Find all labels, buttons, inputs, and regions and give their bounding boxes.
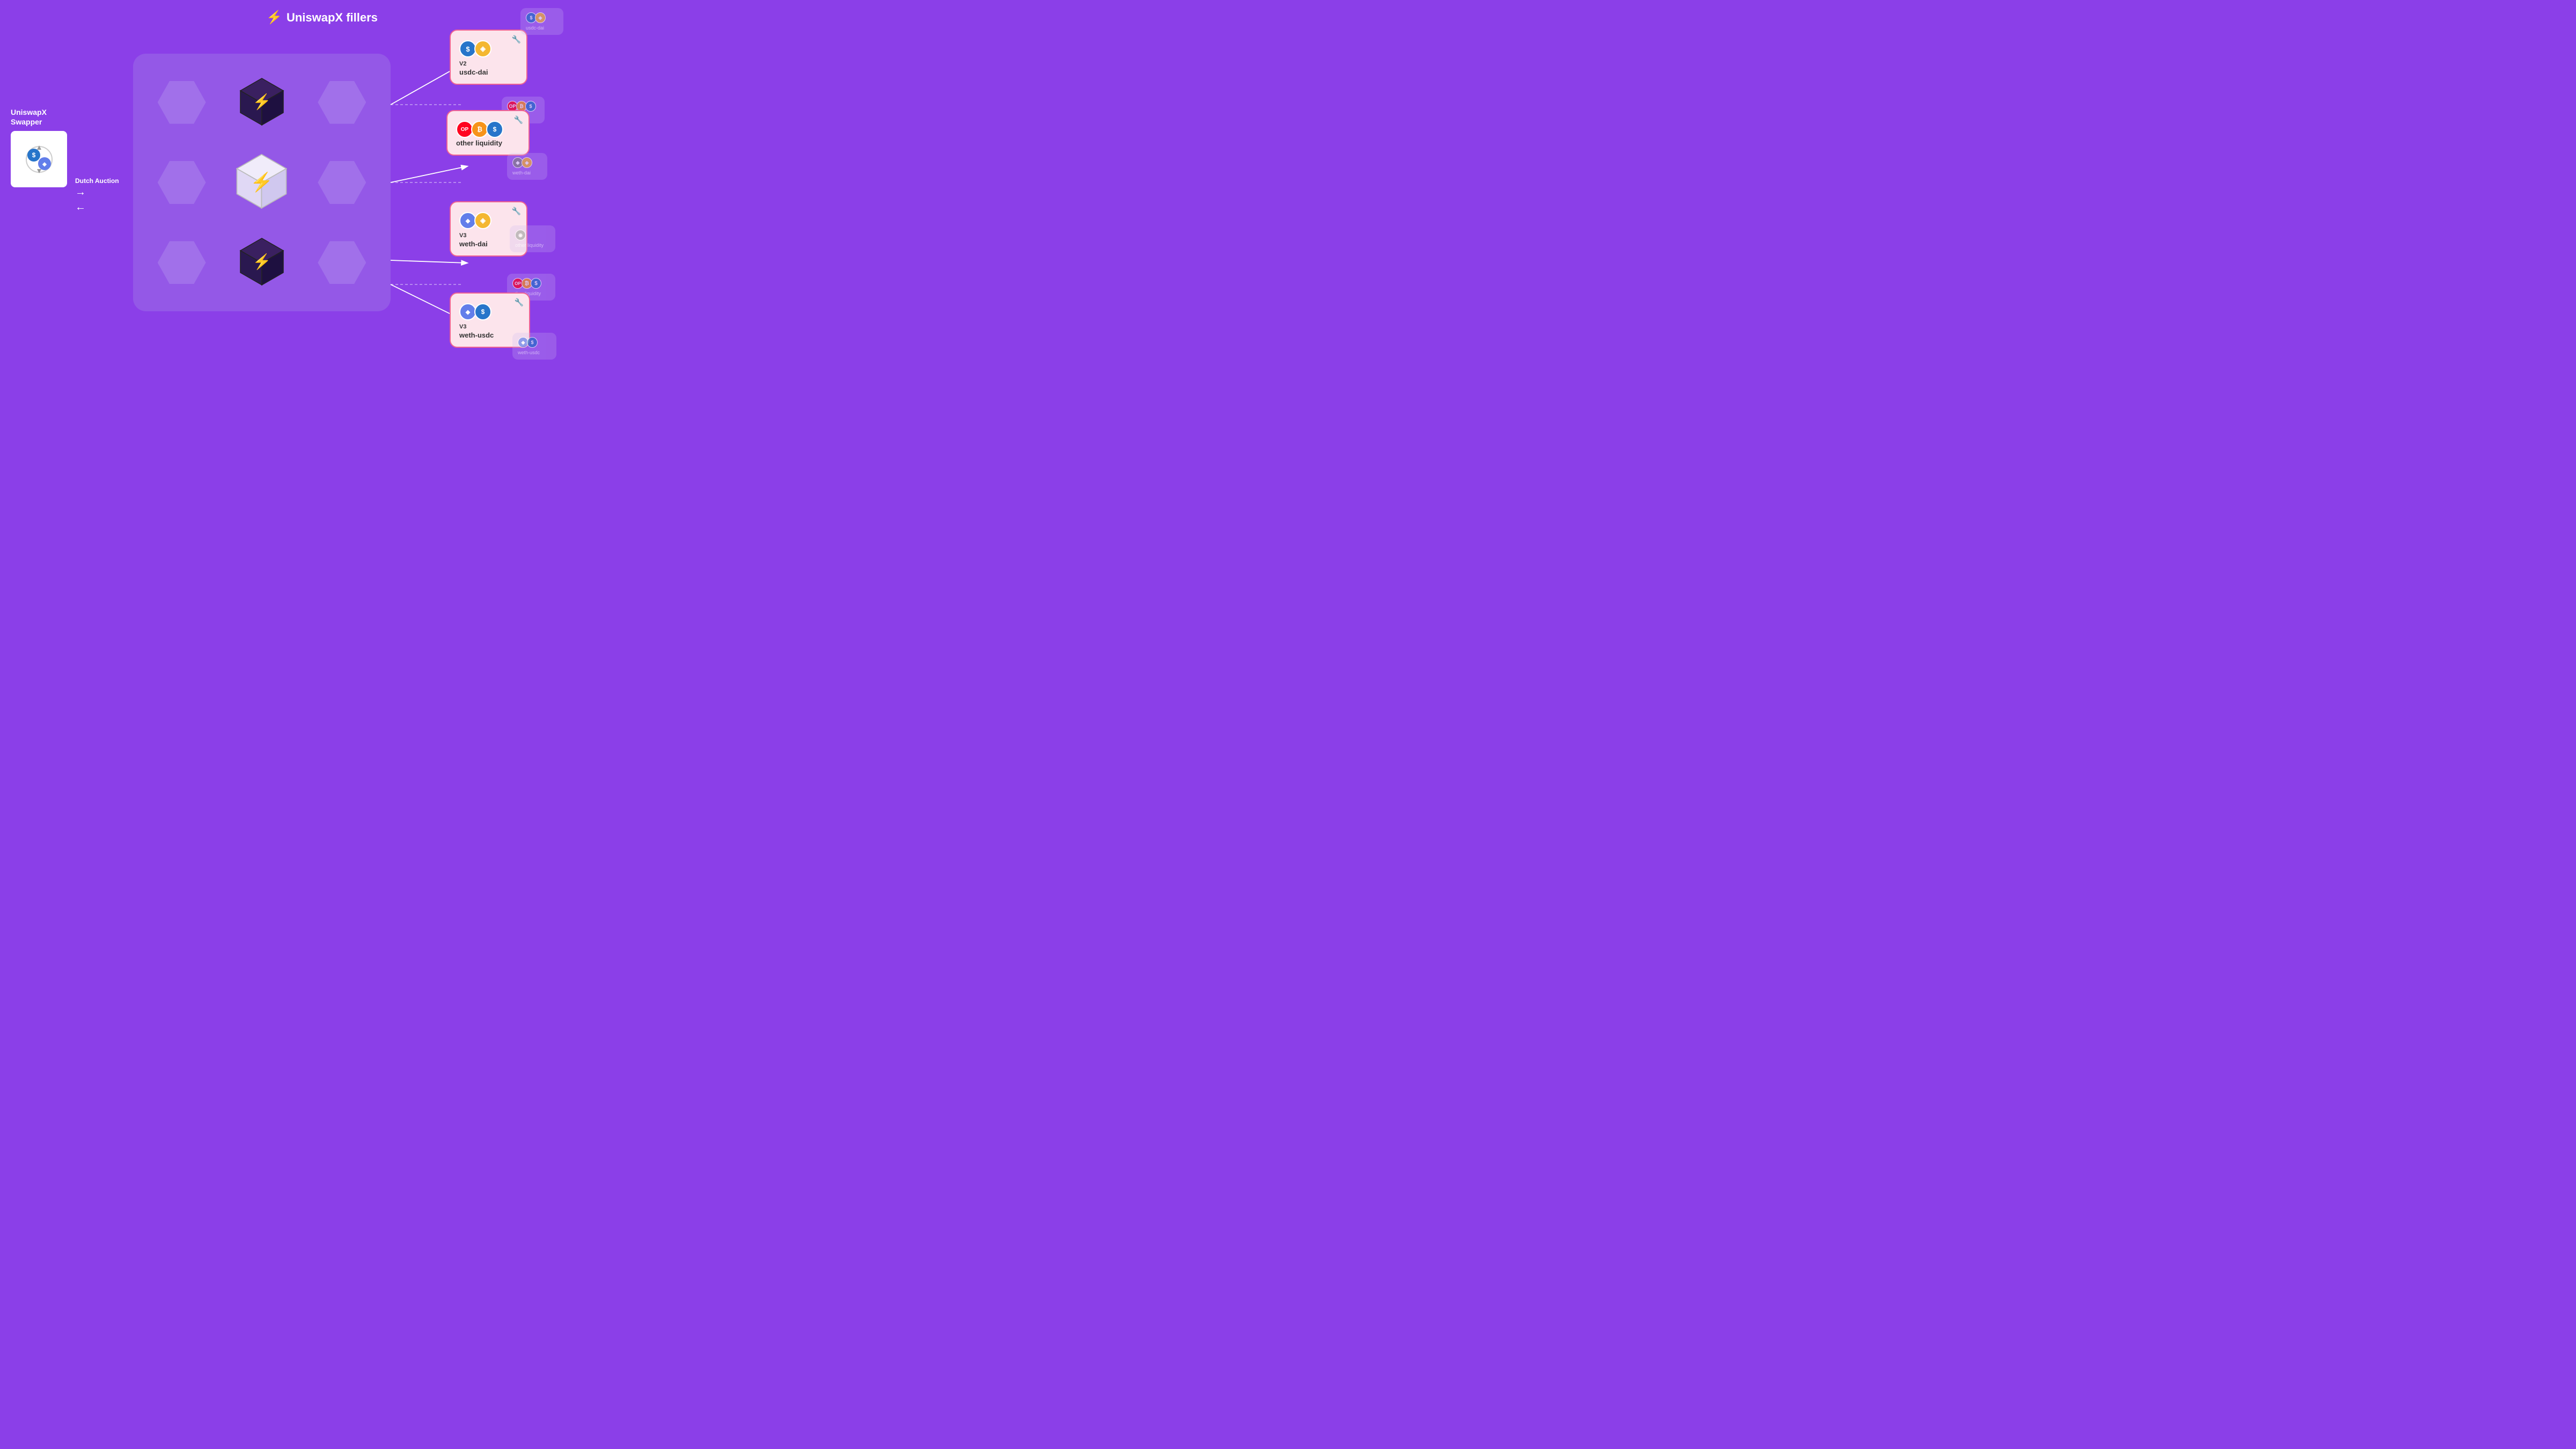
swapper-card: $ ◆: [11, 131, 67, 187]
svg-text:$: $: [32, 151, 35, 159]
usdc-dai-ghost-card: $ ◈ usdc-dai: [520, 8, 563, 35]
weth-usdc-label: weth-usdc: [459, 331, 520, 339]
weth-dai-ghost-label: weth-dai: [512, 170, 542, 175]
dai-coin-1: ◈: [474, 40, 491, 57]
grid-cell-2-2: ⚡: [222, 142, 302, 222]
svg-text:⚡: ⚡: [253, 253, 271, 270]
bug-icon-3: 🔧: [512, 207, 521, 216]
usdc-dai-ghost-label: usdc-dai: [526, 25, 558, 31]
bug-icon-4: 🔧: [515, 298, 524, 307]
dai-coin-v3: ◈: [474, 212, 491, 229]
grid-cell-3-3: [302, 223, 382, 303]
hex-placeholder-2: [318, 81, 366, 124]
bug-icon-2: 🔧: [514, 115, 523, 125]
fillers-grid: ⚡ ⚡ ⚡: [133, 54, 391, 311]
other-liquidity-ghost-2: ◉ other liquidity: [510, 225, 555, 252]
dai-coin-ghost2: ◈: [522, 157, 532, 168]
dutch-auction-section: Dutch Auction → ←: [75, 177, 119, 213]
swapper-coins-svg: $ ◆: [22, 142, 56, 177]
v2-usdc-dai-card: 🔧 $ ◈ V2 usdc-dai: [450, 30, 527, 85]
grid-cell-1-3: [302, 62, 382, 142]
v3-label-dai: V3: [459, 232, 518, 239]
dark-cube-bottom: ⚡: [235, 236, 289, 289]
dutch-auction-label: Dutch Auction: [75, 177, 119, 185]
light-cube-center: ⚡: [231, 151, 292, 213]
bug-icon-1: 🔧: [512, 35, 521, 44]
swapper-section: UniswapXSwapper $ ◆: [11, 107, 67, 187]
usdc-coin-ghost3: $: [531, 278, 541, 289]
v3-label-usdc: V3: [459, 324, 520, 330]
usdc-coin-ghost: $: [525, 101, 536, 112]
hex-placeholder-3: [158, 161, 206, 204]
page-title: ⚡ UniswapX fillers: [266, 10, 378, 25]
lightning-icon: ⚡: [266, 10, 282, 25]
v2-label: V2: [459, 61, 518, 67]
weth-dai-ghost-card: ◆ ◈ weth-dai: [507, 153, 547, 180]
swapper-label: UniswapXSwapper: [11, 107, 67, 127]
usdc-dai-label: usdc-dai: [459, 68, 518, 76]
usdc-coin-main2: $: [486, 121, 503, 138]
other-liquidity-ghost-label-2: other liquidity: [515, 243, 550, 248]
right-panel: 🔧 $ ◈ V2 usdc-dai OP ₿ $ AMM 🔧 OP ₿ $ ot…: [419, 0, 644, 362]
weth-usdc-ghost-card: ◆ $ weth-usdc: [512, 333, 556, 360]
usdc-coin-v3: $: [474, 303, 491, 320]
svg-text:◆: ◆: [42, 162, 47, 167]
dark-cube-top: ⚡: [235, 76, 289, 129]
grid-cell-3-2: ⚡: [222, 223, 302, 303]
grid-cell-3-1: [142, 223, 222, 303]
weth-usdc-ghost-label: weth-usdc: [518, 350, 551, 355]
grid-cell-1-2: ⚡: [222, 62, 302, 142]
other-liquidity-label-1: other liquidity: [456, 139, 520, 147]
weth-dai-label: weth-dai: [459, 240, 518, 248]
hex-placeholder-6: [318, 241, 366, 284]
ghost-coin-1: ◉: [515, 230, 526, 240]
grid-cell-2-3: [302, 142, 382, 222]
svg-text:⚡: ⚡: [251, 171, 274, 193]
hex-placeholder-1: [158, 81, 206, 124]
other-liquidity-card-1: 🔧 OP ₿ $ other liquidity: [446, 110, 530, 156]
hex-placeholder-4: [318, 161, 366, 204]
dai-coin-ghost-tr: ◈: [535, 12, 546, 23]
grid-cell-2-1: [142, 142, 222, 222]
hex-placeholder-5: [158, 241, 206, 284]
grid-cell-1-1: [142, 62, 222, 142]
svg-text:⚡: ⚡: [253, 93, 271, 111]
usdc-coin-ghost-br: $: [527, 337, 538, 348]
